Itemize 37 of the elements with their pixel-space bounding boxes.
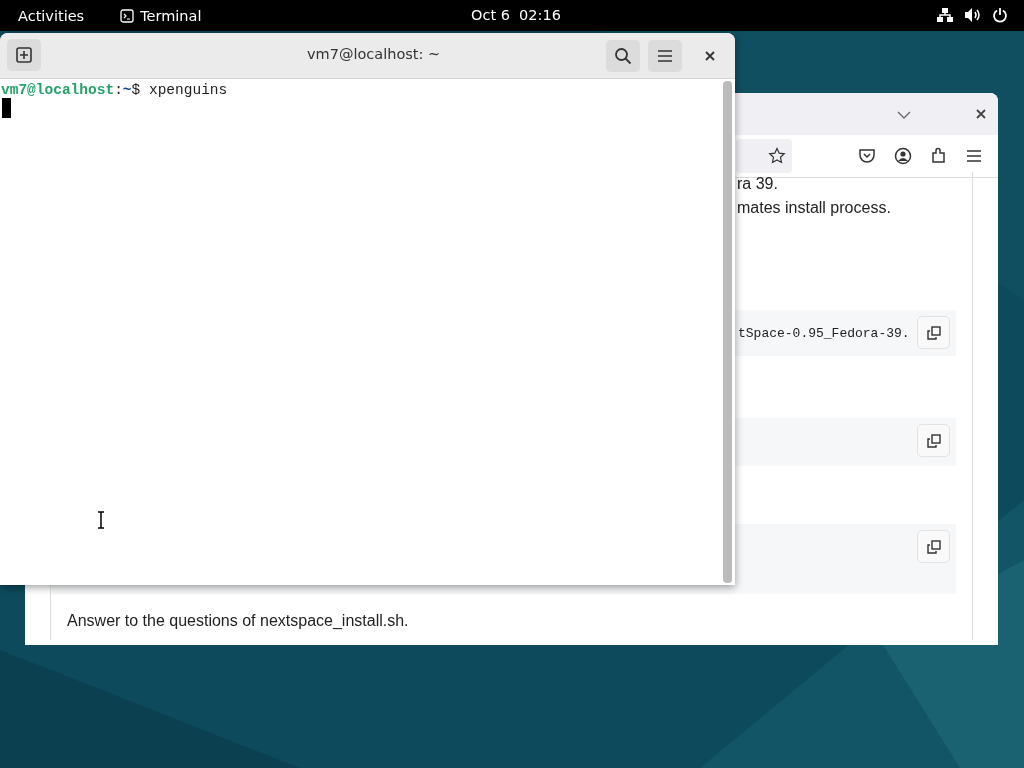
menu-button[interactable] (648, 39, 682, 72)
activities-button[interactable]: Activities (18, 7, 85, 24)
close-icon[interactable] (704, 49, 716, 62)
ibeam-cursor-icon (97, 511, 105, 529)
close-icon[interactable] (975, 108, 987, 120)
account-icon[interactable] (894, 147, 912, 165)
power-icon[interactable] (992, 7, 1008, 23)
search-button[interactable] (606, 39, 640, 72)
pocket-icon[interactable] (858, 147, 876, 165)
page-text: Answer to the questions of nextspace_install.sh. (67, 612, 409, 630)
text-cursor (2, 98, 11, 118)
copy-button[interactable] (917, 424, 950, 457)
window-title: vm7@localhost: ~ (307, 46, 441, 62)
page-text: ra 39. (737, 175, 778, 192)
copy-button[interactable] (917, 530, 950, 563)
menu-icon (657, 48, 673, 63)
network-icon[interactable] (936, 7, 954, 23)
new-tab-button[interactable] (7, 39, 41, 71)
chevron-down-icon[interactable] (897, 111, 911, 119)
copy-icon (925, 324, 942, 341)
plus-icon (16, 47, 32, 63)
copy-icon (925, 432, 942, 449)
terminal-command-line: vm7@localhost:~$ xpenguins (0, 81, 229, 98)
app-menu[interactable]: Terminal (120, 7, 202, 24)
puzzle-icon[interactable] (930, 147, 948, 165)
search-icon (614, 46, 632, 65)
star-icon[interactable] (768, 147, 786, 165)
page-text: mates install process. (737, 199, 891, 216)
address-bar[interactable] (736, 139, 792, 173)
code-text: tSpace-0.95_Fedora-39. (738, 325, 910, 341)
terminal-icon (120, 8, 135, 23)
copy-button[interactable] (917, 316, 950, 349)
scrollbar[interactable] (723, 81, 732, 583)
clock[interactable]: Oct 6 02:16 (471, 7, 561, 23)
volume-icon[interactable] (964, 7, 982, 23)
copy-icon (925, 538, 942, 555)
menu-icon[interactable] (966, 149, 982, 163)
